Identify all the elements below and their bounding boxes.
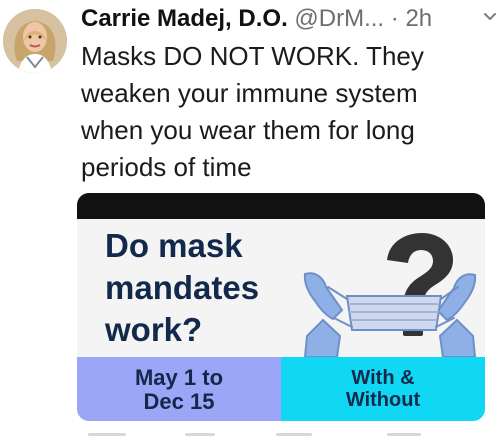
media-card[interactable]: Do mask mandates work? May 1 to Dec 15 W… xyxy=(77,193,485,421)
author-handle[interactable]: @DrM... xyxy=(294,5,384,32)
tweet[interactable]: Carrie Madej, D.O. @DrM... · 2h Masks DO… xyxy=(0,0,500,438)
tweet-header: Carrie Madej, D.O. @DrM... · 2h xyxy=(81,2,496,36)
action-row-hint xyxy=(387,433,421,436)
avatar[interactable] xyxy=(3,9,67,73)
tweet-text-line: periods of time xyxy=(81,152,252,182)
comparison-line: With & xyxy=(351,367,415,389)
chevron-down-icon[interactable] xyxy=(482,9,498,25)
avatar-image xyxy=(3,9,67,73)
meta-separator: · xyxy=(390,5,399,32)
action-row-hint xyxy=(276,433,312,436)
tweet-text-line: when you wear them for long xyxy=(81,115,415,145)
tweet-text-line: Masks DO NOT WORK. They xyxy=(81,41,424,71)
action-row-hint xyxy=(88,433,126,436)
wrist-right xyxy=(438,318,477,357)
hand-icon xyxy=(303,272,344,321)
comparison-line: Without xyxy=(345,389,421,411)
action-row-hint xyxy=(185,433,215,436)
card-title: Do mask mandates work? xyxy=(105,225,310,351)
date-range-line: Dec 15 xyxy=(143,389,215,414)
author-name[interactable]: Carrie Madej, D.O. xyxy=(81,5,288,32)
card-topbar xyxy=(77,193,485,219)
card-title-line: mandates xyxy=(105,269,260,306)
tweet-text: Masks DO NOT WORK. They weaken your immu… xyxy=(81,38,493,186)
date-range-panel: May 1 to Dec 15 xyxy=(77,357,281,421)
comparison-panel: With & Without xyxy=(281,357,485,421)
tweet-text-line: weaken your immune system xyxy=(81,78,418,108)
card-title-line: work? xyxy=(105,311,203,348)
date-range-line: May 1 to xyxy=(134,365,224,390)
mask-illustration xyxy=(303,233,477,357)
wrist-left xyxy=(303,318,342,357)
timestamp[interactable]: 2h xyxy=(405,5,432,32)
card-title-line: Do mask xyxy=(105,227,243,264)
